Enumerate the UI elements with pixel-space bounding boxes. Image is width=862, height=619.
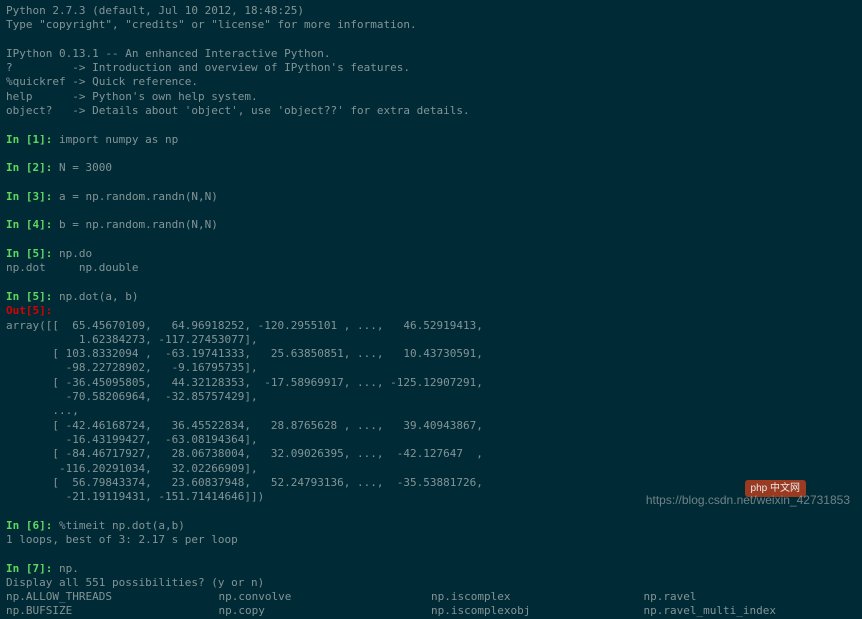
in-prompt-6: In [6]: %timeit np.dot(a,b) [6, 519, 856, 533]
array-output: [ 103.8332094 , -63.19741333, 25.6385085… [6, 347, 856, 361]
header-line: Python 2.7.3 (default, Jul 10 2012, 18:4… [6, 4, 856, 18]
completion-item: np.ravel [644, 590, 857, 604]
completion-item: np.iscomplex [431, 590, 644, 604]
completion-item: np.copy [219, 604, 432, 618]
tab-completion: np.dot np.double [6, 261, 856, 275]
array-output: 1.62384273, -117.27453077], [6, 333, 856, 347]
timeit-output: 1 loops, best of 3: 2.17 s per loop [6, 533, 856, 547]
array-output: [ -36.45095805, 44.32128353, -17.5896991… [6, 376, 856, 390]
blank [6, 118, 856, 132]
in-prompt-3: In [3]: a = np.random.randn(N,N) [6, 190, 856, 204]
header-line: %quickref -> Quick reference. [6, 75, 856, 89]
blank [6, 33, 856, 47]
header-line: help -> Python's own help system. [6, 90, 856, 104]
header-line: ? -> Introduction and overview of IPytho… [6, 61, 856, 75]
blank [6, 547, 856, 561]
in-prompt-7: In [7]: np. [6, 562, 856, 576]
array-output: [ 56.79843374, 23.60837948, 52.24793136,… [6, 476, 856, 490]
completion-item: np.iscomplexobj [431, 604, 644, 618]
array-output: -98.22728902, -9.16795735], [6, 361, 856, 375]
in-prompt-5a: In [5]: np.do [6, 247, 856, 261]
array-output: [ -42.46168724, 36.45522834, 28.8765628 … [6, 419, 856, 433]
display-prompt: Display all 551 possibilities? (y or n) [6, 576, 856, 590]
watermark-text: https://blog.csdn.net/weixin_42731853 [646, 493, 850, 509]
tab-completion-row: np.ALLOW_THREADS np.convolve np.iscomple… [6, 590, 856, 604]
array-output: ..., [6, 404, 856, 418]
header-line: Type "copyright", "credits" or "license"… [6, 18, 856, 32]
in-prompt-2: In [2]: N = 3000 [6, 161, 856, 175]
array-output: array([[ 65.45670109, 64.96918252, -120.… [6, 319, 856, 333]
blank [6, 176, 856, 190]
completion-item: np.ravel_multi_index [644, 604, 857, 618]
array-output: [ -84.46717927, 28.06738004, 32.09026395… [6, 447, 856, 461]
array-output: -16.43199427, -63.08194364], [6, 433, 856, 447]
blank [6, 276, 856, 290]
terminal-output[interactable]: Python 2.7.3 (default, Jul 10 2012, 18:4… [6, 4, 856, 619]
out-prompt-5: Out[5]: [6, 304, 856, 318]
in-prompt-5b: In [5]: np.dot(a, b) [6, 290, 856, 304]
blank [6, 204, 856, 218]
in-prompt-4: In [4]: b = np.random.randn(N,N) [6, 218, 856, 232]
in-prompt-1: In [1]: import numpy as np [6, 133, 856, 147]
completion-item: np.ALLOW_THREADS [6, 590, 219, 604]
header-line: object? -> Details about 'object', use '… [6, 104, 856, 118]
array-output: -116.20291034, 32.02266909], [6, 462, 856, 476]
completion-item: np.convolve [219, 590, 432, 604]
array-output: -70.58206964, -32.85757429], [6, 390, 856, 404]
header-line: IPython 0.13.1 -- An enhanced Interactiv… [6, 47, 856, 61]
tab-completion-row: np.BUFSIZE np.copy np.iscomplexobj np.ra… [6, 604, 856, 618]
blank [6, 233, 856, 247]
blank [6, 147, 856, 161]
completion-item: np.BUFSIZE [6, 604, 219, 618]
